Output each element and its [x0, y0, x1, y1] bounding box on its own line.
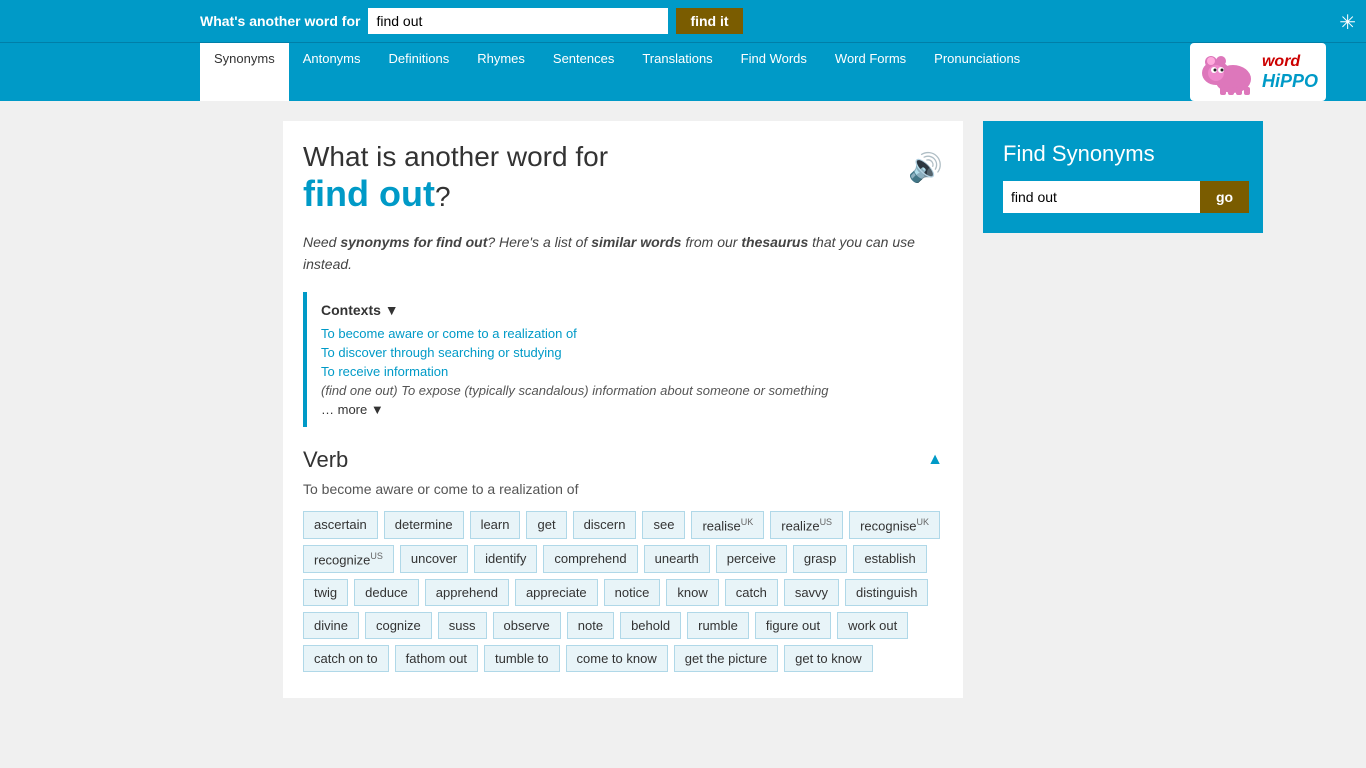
- word-tag[interactable]: establish: [853, 545, 926, 573]
- top-search-input[interactable]: [368, 8, 668, 34]
- word-tag[interactable]: suss: [438, 612, 487, 639]
- word-tag[interactable]: determine: [384, 511, 464, 539]
- word-tag[interactable]: recognizeUS: [303, 545, 394, 573]
- main-layout: What is another word for find out? 🔊 Nee…: [83, 101, 1283, 718]
- context-item-2[interactable]: To receive information: [321, 364, 929, 379]
- heading-word: find out: [303, 173, 435, 214]
- logo-area: word HiPPO: [1190, 43, 1326, 101]
- desc-bold2: similar words: [591, 234, 681, 250]
- word-tag[interactable]: divine: [303, 612, 359, 639]
- sidebar: Find Synonyms go: [983, 121, 1263, 698]
- tab-definitions[interactable]: Definitions: [375, 43, 464, 101]
- word-tags-container: ascertaindeterminelearngetdiscernseereal…: [303, 511, 943, 673]
- word-tag[interactable]: perceive: [716, 545, 787, 573]
- word-tag[interactable]: figure out: [755, 612, 831, 639]
- word-tag[interactable]: tumble to: [484, 645, 559, 672]
- context-item-note: (find one out) To expose (typically scan…: [321, 383, 929, 398]
- word-tag[interactable]: catch on to: [303, 645, 389, 672]
- word-tag[interactable]: learn: [470, 511, 521, 539]
- word-tag[interactable]: get the picture: [674, 645, 778, 672]
- verb-title: Verb: [303, 447, 348, 473]
- logo-hippo-text: HiPPO: [1262, 71, 1318, 92]
- word-tag[interactable]: catch: [725, 579, 778, 606]
- word-tag[interactable]: fathom out: [395, 645, 478, 672]
- find-synonyms-title: Find Synonyms: [1003, 141, 1243, 167]
- context-note-prefix: (find one out): [321, 383, 398, 398]
- heading-prefix: What is another word for: [303, 141, 608, 172]
- word-tag[interactable]: grasp: [793, 545, 848, 573]
- logo-hippo-icon: [1198, 47, 1258, 97]
- word-tag[interactable]: cognize: [365, 612, 432, 639]
- word-tag[interactable]: discern: [573, 511, 637, 539]
- desc-text-after: from our: [681, 234, 741, 250]
- desc-bold3: thesaurus: [741, 234, 808, 250]
- word-tag[interactable]: apprehend: [425, 579, 509, 606]
- sidebar-search-row: go: [1003, 181, 1243, 213]
- word-tag[interactable]: realiseUK: [691, 511, 764, 539]
- context-item-0[interactable]: To become aware or come to a realization…: [321, 326, 929, 341]
- word-tag[interactable]: observe: [493, 612, 561, 639]
- tab-translations[interactable]: Translations: [628, 43, 726, 101]
- find-synonyms-box: Find Synonyms go: [983, 121, 1263, 233]
- tab-word-forms[interactable]: Word Forms: [821, 43, 920, 101]
- word-tag[interactable]: uncover: [400, 545, 468, 573]
- word-tag[interactable]: ascertain: [303, 511, 378, 539]
- verb-header: Verb ▲: [303, 447, 943, 473]
- logo-word-text: word: [1262, 53, 1318, 71]
- star-decoration: ✳: [1339, 10, 1356, 35]
- page-heading: What is another word for find out?: [303, 141, 608, 215]
- word-tag[interactable]: come to know: [566, 645, 668, 672]
- sound-icon[interactable]: 🔊: [908, 151, 943, 184]
- word-tag[interactable]: recogniseUK: [849, 511, 940, 539]
- word-tag[interactable]: work out: [837, 612, 908, 639]
- tab-synonyms[interactable]: Synonyms: [200, 43, 289, 101]
- search-label: What's another word for: [200, 13, 360, 29]
- tab-find-words[interactable]: Find Words: [727, 43, 821, 101]
- context-note-text: To expose (typically scandalous) informa…: [398, 383, 829, 398]
- top-bar: What's another word for find it: [0, 0, 1366, 42]
- word-tag[interactable]: notice: [604, 579, 661, 606]
- desc-text-middle: ? Here's a list of: [487, 234, 591, 250]
- word-tag[interactable]: behold: [620, 612, 681, 639]
- description: Need synonyms for find out? Here's a lis…: [303, 231, 943, 276]
- content-area: What is another word for find out? 🔊 Nee…: [283, 121, 963, 698]
- sidebar-search-input[interactable]: [1003, 181, 1200, 213]
- word-tag[interactable]: note: [567, 612, 614, 639]
- word-tag[interactable]: unearth: [644, 545, 710, 573]
- tab-rhymes[interactable]: Rhymes: [463, 43, 539, 101]
- tab-sentences[interactable]: Sentences: [539, 43, 628, 101]
- tab-antonyms[interactable]: Antonyms: [289, 43, 375, 101]
- sidebar-go-button[interactable]: go: [1200, 181, 1249, 213]
- nav-tabs: Synonyms Antonyms Definitions Rhymes Sen…: [0, 42, 1366, 101]
- word-tag[interactable]: get: [526, 511, 566, 539]
- verb-collapse-arrow[interactable]: ▲: [927, 451, 943, 469]
- verb-description: To become aware or come to a realization…: [303, 481, 943, 497]
- word-tag[interactable]: deduce: [354, 579, 419, 606]
- word-tag[interactable]: rumble: [687, 612, 749, 639]
- contexts-more[interactable]: … more ▼: [321, 402, 929, 417]
- contexts-title[interactable]: Contexts ▼: [321, 302, 929, 318]
- word-tag[interactable]: comprehend: [543, 545, 637, 573]
- word-tag[interactable]: savvy: [784, 579, 839, 606]
- heading-row: What is another word for find out? 🔊: [303, 141, 943, 215]
- word-tag[interactable]: appreciate: [515, 579, 598, 606]
- heading-suffix: ?: [435, 181, 451, 212]
- desc-bold1: synonyms for find out: [340, 234, 487, 250]
- word-tag[interactable]: know: [666, 579, 718, 606]
- word-tag[interactable]: identify: [474, 545, 537, 573]
- top-search-button[interactable]: find it: [676, 8, 742, 34]
- desc-text-before: Need: [303, 234, 340, 250]
- word-tag[interactable]: distinguish: [845, 579, 928, 606]
- contexts-box: Contexts ▼ To become aware or come to a …: [303, 292, 943, 427]
- word-tag[interactable]: see: [642, 511, 685, 539]
- context-item-1[interactable]: To discover through searching or studyin…: [321, 345, 929, 360]
- word-tag[interactable]: get to know: [784, 645, 873, 672]
- tab-pronunciations[interactable]: Pronunciations: [920, 43, 1034, 101]
- word-tag[interactable]: realizeUS: [770, 511, 843, 539]
- word-tag[interactable]: twig: [303, 579, 348, 606]
